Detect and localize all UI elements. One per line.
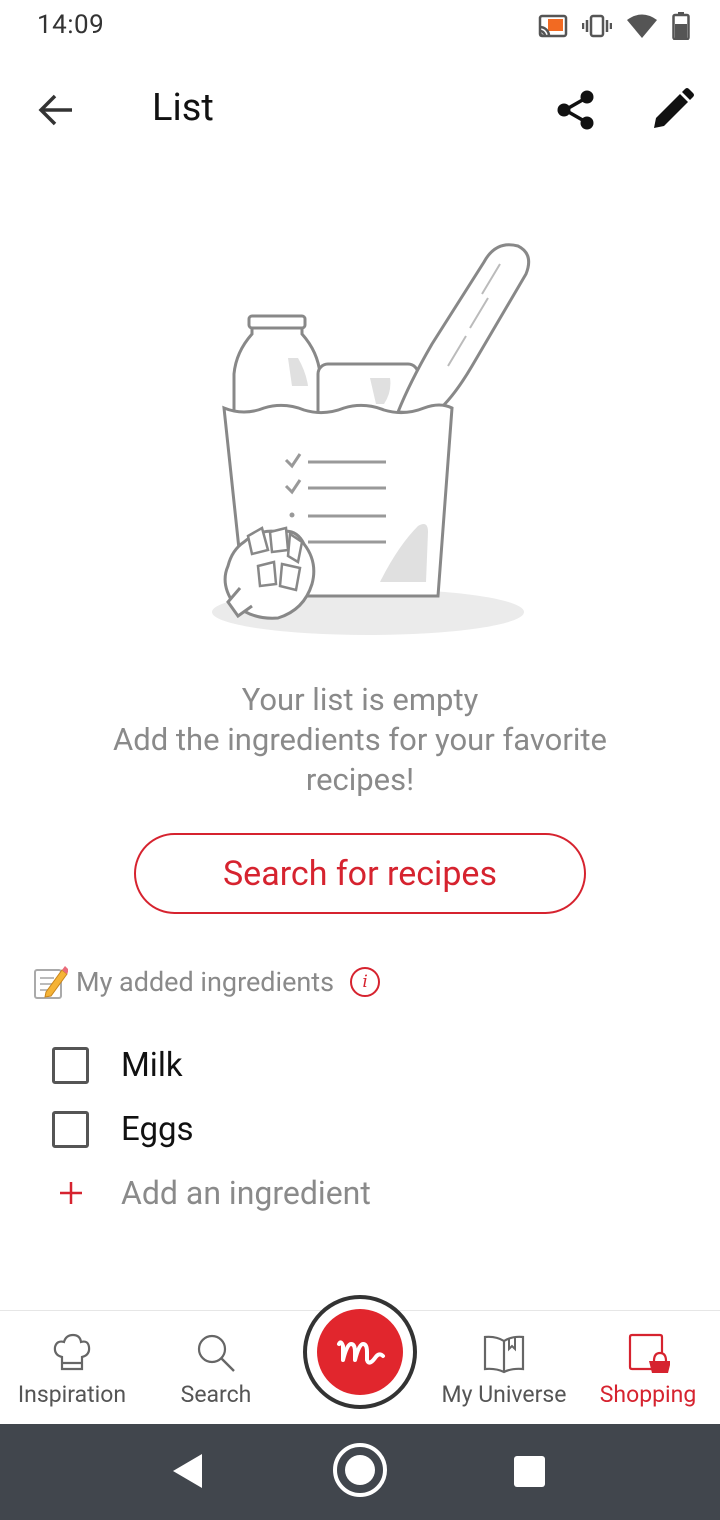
shopping-basket-icon bbox=[626, 1331, 671, 1375]
ingredient-label: Eggs bbox=[121, 1109, 194, 1149]
search-recipes-button[interactable]: Search for recipes bbox=[134, 833, 586, 914]
ingredient-checkbox[interactable] bbox=[52, 1046, 89, 1084]
system-home-icon[interactable] bbox=[331, 1441, 389, 1503]
book-icon bbox=[482, 1331, 526, 1375]
ingredient-row[interactable]: Eggs bbox=[52, 1104, 194, 1154]
share-icon bbox=[557, 90, 594, 130]
nav-label: My Universe bbox=[441, 1381, 567, 1408]
plus-icon bbox=[52, 1175, 89, 1212]
cast-icon bbox=[538, 14, 568, 38]
nav-label: Inspiration bbox=[17, 1381, 127, 1408]
memo-icon bbox=[32, 964, 69, 1000]
nav-shopping[interactable]: Shopping bbox=[590, 1311, 706, 1425]
nav-label: Search bbox=[180, 1381, 252, 1408]
ingredient-checkbox[interactable] bbox=[52, 1110, 89, 1148]
status-time: 14:09 bbox=[37, 10, 105, 40]
status-icons bbox=[538, 12, 690, 40]
nav-search[interactable]: Search bbox=[156, 1311, 276, 1425]
share-button[interactable] bbox=[552, 86, 600, 134]
arrow-left-icon bbox=[38, 94, 72, 126]
toolbar: List bbox=[0, 62, 720, 158]
back-button[interactable] bbox=[30, 86, 82, 134]
added-ingredients-header: My added ingredients i bbox=[32, 962, 381, 1002]
ingredient-row[interactable]: Milk bbox=[52, 1040, 183, 1090]
wifi-icon bbox=[626, 13, 658, 39]
section-label: My added ingredients bbox=[76, 966, 335, 998]
empty-title: Your list is empty bbox=[241, 681, 479, 718]
pencil-icon bbox=[654, 88, 694, 128]
center-logo-button[interactable] bbox=[303, 1295, 417, 1409]
search-icon bbox=[194, 1331, 238, 1375]
chef-hat-icon bbox=[50, 1331, 94, 1375]
edit-button[interactable] bbox=[648, 86, 696, 134]
page-title: List bbox=[152, 86, 214, 130]
battery-icon bbox=[672, 12, 690, 40]
system-nav-bar bbox=[0, 1424, 720, 1520]
ingredient-label: Milk bbox=[121, 1045, 183, 1085]
add-ingredient-row[interactable]: Add an ingredient bbox=[52, 1168, 371, 1218]
system-recents-icon[interactable] bbox=[514, 1456, 545, 1487]
nav-label: Shopping bbox=[599, 1381, 697, 1408]
nav-inspiration[interactable]: Inspiration bbox=[6, 1311, 138, 1425]
vibrate-icon bbox=[582, 13, 612, 39]
add-ingredient-label: Add an ingredient bbox=[121, 1174, 371, 1212]
logo-m-icon bbox=[317, 1309, 403, 1395]
empty-description: Add the ingredients for your favorite re… bbox=[113, 721, 607, 798]
info-icon[interactable]: i bbox=[350, 967, 381, 997]
system-back-icon[interactable] bbox=[170, 1452, 204, 1494]
empty-list-illustration bbox=[200, 232, 540, 642]
nav-my-universe[interactable]: My Universe bbox=[434, 1311, 574, 1425]
status-bar: 14:09 bbox=[0, 0, 720, 56]
